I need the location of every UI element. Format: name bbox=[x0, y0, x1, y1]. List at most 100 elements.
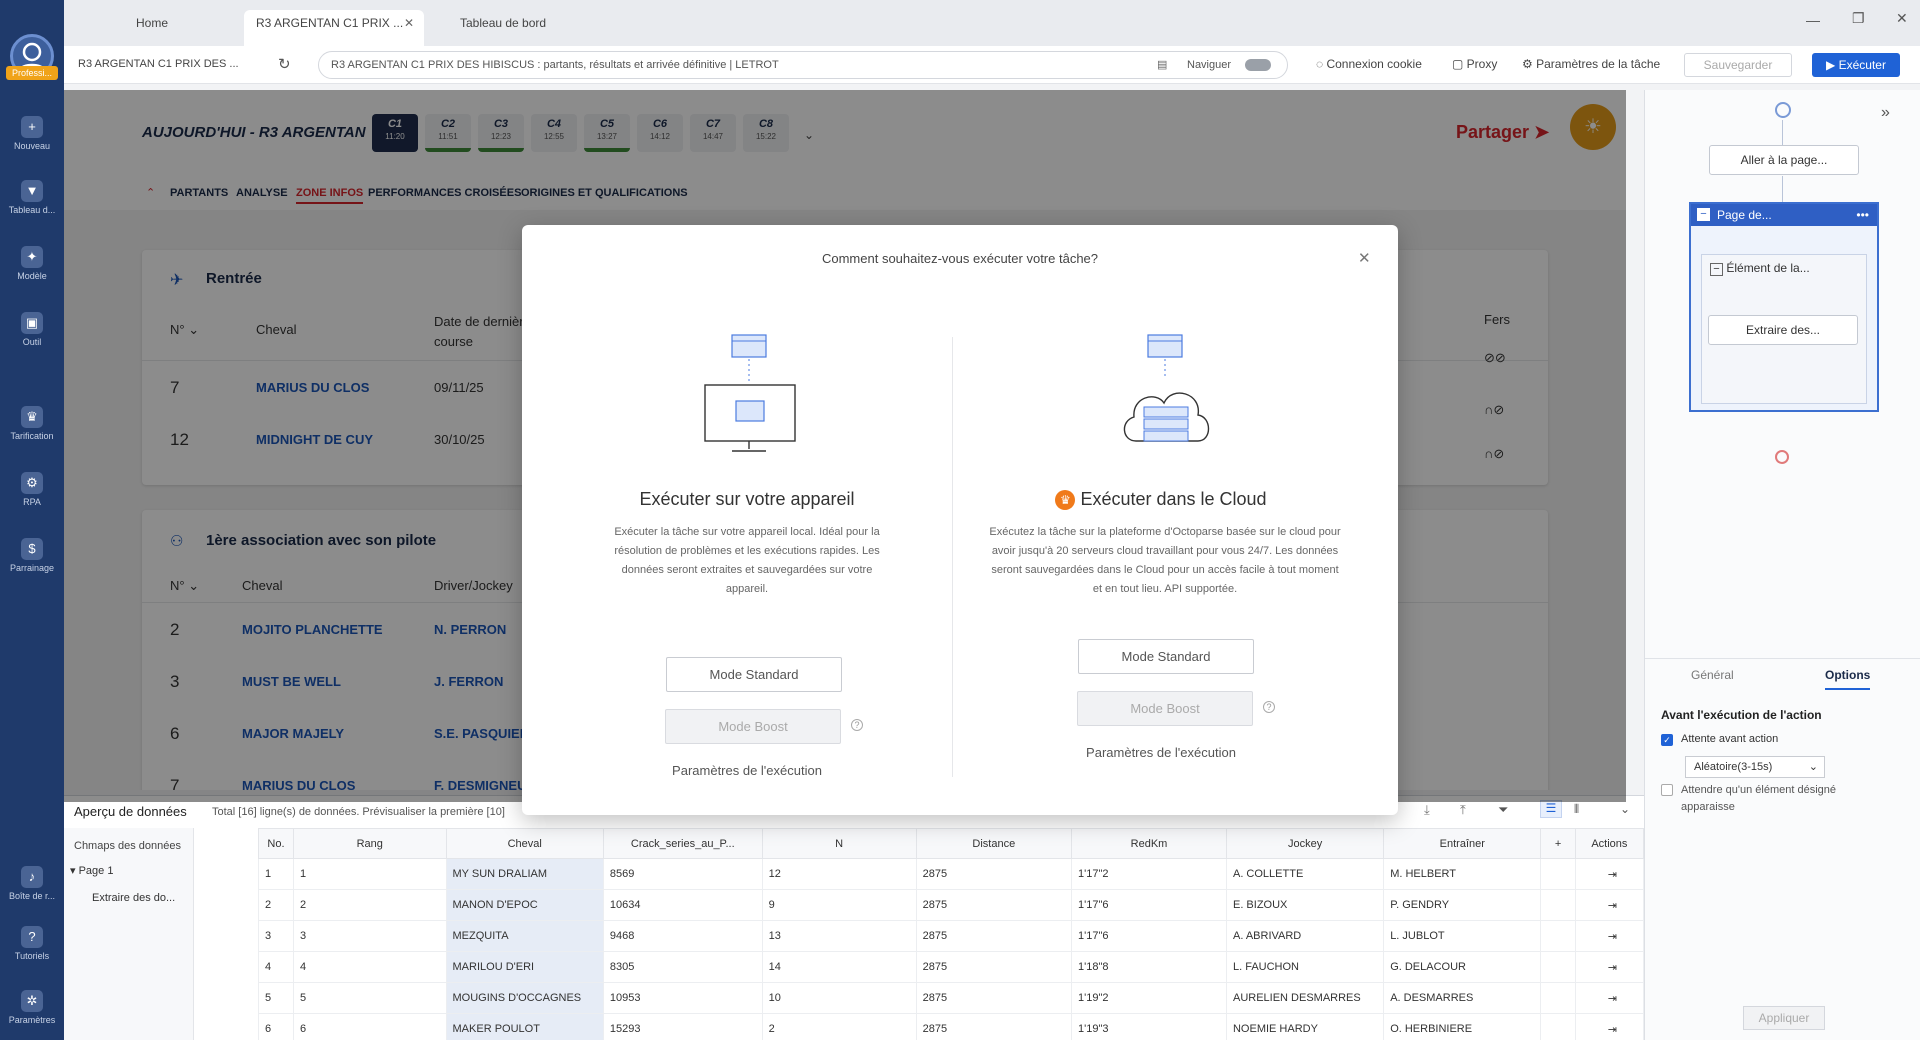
item-loop-header[interactable]: − Élément de la... bbox=[1702, 255, 1866, 282]
workflow-panel: » Aller à la page... − Page de... ••• − Él… bbox=[1644, 90, 1920, 1040]
local-boost-button[interactable]: Mode Boost bbox=[665, 709, 841, 744]
tab-home[interactable]: Home bbox=[124, 10, 180, 46]
filter-icon[interactable]: ⏷ bbox=[1498, 802, 1508, 818]
proxy-button[interactable]: ▢ Proxy bbox=[1452, 56, 1497, 72]
apply-button[interactable]: Appliquer bbox=[1743, 1006, 1825, 1030]
column-header[interactable]: Rang bbox=[292, 828, 447, 859]
table-cell: 15293 bbox=[602, 1013, 763, 1040]
column-header[interactable]: Jockey bbox=[1225, 828, 1385, 859]
column-header[interactable]: RedKm bbox=[1070, 828, 1227, 859]
collapse-box-icon[interactable]: − bbox=[1697, 208, 1710, 221]
column-header[interactable]: N bbox=[761, 828, 917, 859]
table-row[interactable]: 3 3 MEZQUITA 9468 13 2875 1'17"6 A. ABRIVARD L. … bbox=[258, 920, 1645, 952]
upload-icon[interactable]: ⤒ bbox=[1460, 802, 1466, 818]
column-header[interactable]: Cheval bbox=[445, 828, 604, 859]
table-row[interactable]: 6 6 MAKER POULOT 15293 2 2875 1'19"3 NOEMIE HAR… bbox=[258, 1013, 1645, 1040]
action-label: Extraire des... bbox=[1745, 323, 1821, 337]
section-title: Avant l'exécution de l'action bbox=[1661, 708, 1822, 722]
table-cell: 2875 bbox=[915, 951, 1072, 983]
column-header[interactable]: Distance bbox=[915, 828, 1072, 859]
tree-extract-node[interactable]: Extraire des do... bbox=[92, 892, 175, 904]
document-icon[interactable]: ▤ bbox=[1157, 52, 1167, 78]
column-header[interactable]: Crack_series_au_P... bbox=[602, 828, 763, 859]
table-cell: 3 bbox=[258, 920, 294, 952]
local-standard-button[interactable]: Mode Standard bbox=[666, 657, 842, 692]
list-view-icon[interactable]: ☰ bbox=[1540, 800, 1562, 818]
cookie-login-button[interactable]: ◌ Connexion cookie bbox=[1316, 56, 1422, 72]
cloud-boost-button[interactable]: Mode Boost bbox=[1077, 691, 1253, 726]
local-params-link[interactable]: Paramètres de l'exécution bbox=[582, 763, 912, 778]
collapse-panel-icon[interactable]: ⌄ bbox=[1620, 802, 1630, 816]
help-icon[interactable]: ? bbox=[1263, 701, 1275, 713]
browse-toggle[interactable] bbox=[1245, 59, 1271, 71]
row-action-icon[interactable]: ⇥ bbox=[1574, 920, 1645, 952]
table-row[interactable]: 2 2 MANON D'EPOC 10634 9 2875 1'17"6 E. BIZOUX P… bbox=[258, 889, 1645, 921]
tab-general[interactable]: Général bbox=[1691, 668, 1734, 682]
sidebar-item-settings[interactable]: ✲ Paramètres bbox=[0, 990, 64, 1025]
sidebar-item-dashboard[interactable]: ▼ Tableau d... bbox=[0, 180, 64, 215]
row-action-icon[interactable]: ⇥ bbox=[1574, 1013, 1645, 1040]
save-button[interactable]: Sauvegarder bbox=[1684, 53, 1792, 77]
table-cell: NOEMIE HARDY bbox=[1225, 1013, 1385, 1040]
tab-dashboard[interactable]: Tableau de bord bbox=[448, 10, 558, 46]
sidebar-item-tutorials[interactable]: ? Tutoriels bbox=[0, 926, 64, 961]
task-title: R3 ARGENTAN C1 PRIX DES ... bbox=[78, 58, 239, 70]
row-action-icon[interactable]: ⇥ bbox=[1574, 858, 1645, 890]
table-cell: 2875 bbox=[915, 920, 1072, 952]
url-input[interactable]: R3 ARGENTAN C1 PRIX DES HIBISCUS : parta… bbox=[318, 51, 1288, 79]
close-icon[interactable]: ✕ bbox=[1358, 249, 1371, 267]
button-label: Mode Standard bbox=[709, 667, 799, 682]
restore-icon[interactable]: ❐ bbox=[1852, 10, 1865, 27]
table-cell: 2875 bbox=[915, 889, 1072, 921]
run-button[interactable]: ▶ Exécuter bbox=[1812, 53, 1900, 77]
cloud-title: ♛ Exécuter dans le Cloud bbox=[996, 489, 1326, 510]
add-column-button[interactable]: + bbox=[1540, 828, 1576, 859]
sidebar-item-rpa[interactable]: ⚙ RPA bbox=[0, 472, 64, 507]
item-loop[interactable]: − Élément de la... Extraire des... bbox=[1701, 254, 1867, 404]
table-cell: 9468 bbox=[602, 920, 763, 952]
pagination-loop[interactable]: − Page de... ••• − Élément de la... Extrai… bbox=[1689, 202, 1879, 412]
cloud-params-link[interactable]: Paramètres de l'exécution bbox=[996, 745, 1326, 760]
column-header[interactable]: Entraîner bbox=[1383, 828, 1542, 859]
wait-element-checkbox[interactable] bbox=[1661, 784, 1673, 796]
reload-icon[interactable]: ↻ bbox=[278, 55, 291, 73]
minimize-icon[interactable]: — bbox=[1806, 12, 1820, 28]
column-view-icon[interactable]: ⫴ bbox=[1574, 802, 1579, 817]
crown-icon: ♛ bbox=[1055, 490, 1076, 510]
collapse-box-icon[interactable]: − bbox=[1710, 263, 1723, 276]
row-action-icon[interactable]: ⇥ bbox=[1574, 951, 1645, 983]
table-row[interactable]: 1 1 MY SUN DRALIAM 8569 12 2875 1'17"2 A. COLLE… bbox=[258, 858, 1645, 890]
wait-select[interactable]: Aléatoire(3-15s) ⌄ bbox=[1685, 756, 1825, 778]
table-row[interactable]: 4 4 MARILOU D'ERI 8305 14 2875 1'18"8 L. FAUCHO… bbox=[258, 951, 1645, 983]
help-icon[interactable]: ? bbox=[851, 719, 863, 731]
wait-label: Attente avant action bbox=[1681, 733, 1779, 745]
sidebar-item-tool[interactable]: ▣ Outil bbox=[0, 312, 64, 347]
goto-page-action[interactable]: Aller à la page... bbox=[1709, 145, 1859, 175]
table-cell: MEZQUITA bbox=[445, 920, 604, 952]
sidebar-item-new[interactable]: + Nouveau bbox=[0, 116, 64, 151]
sidebar-item-pricing[interactable]: ♛ Tarification bbox=[0, 406, 64, 441]
table-cell: 5 bbox=[292, 982, 447, 1014]
tree-page-node[interactable]: ▾ Page 1 bbox=[70, 864, 113, 877]
task-settings-button[interactable]: ⚙ Paramètres de la tâche bbox=[1522, 56, 1660, 72]
export-icon[interactable]: ⤓ bbox=[1424, 802, 1430, 818]
sidebar-item-referral[interactable]: $ Parrainage bbox=[0, 538, 64, 573]
close-icon[interactable]: ✕ bbox=[404, 10, 414, 36]
collapse-icon[interactable]: » bbox=[1881, 104, 1890, 122]
sidebar-item-inbox[interactable]: ♪ Boîte de r... bbox=[0, 866, 64, 901]
more-icon[interactable]: ••• bbox=[1856, 204, 1869, 226]
row-action-icon[interactable]: ⇥ bbox=[1574, 982, 1645, 1014]
close-window-icon[interactable]: ✕ bbox=[1896, 10, 1908, 27]
local-computer-icon bbox=[704, 334, 796, 452]
sidebar-item-template[interactable]: ✦ Modèle bbox=[0, 246, 64, 281]
data-summary: Total [16] ligne(s) de données. Prévisua… bbox=[212, 806, 505, 818]
dollar-icon: $ bbox=[21, 538, 43, 560]
loop-header[interactable]: − Page de... ••• bbox=[1691, 204, 1877, 226]
cloud-standard-button[interactable]: Mode Standard bbox=[1078, 639, 1254, 674]
table-row[interactable]: 5 5 MOUGINS D'OCCAGNES 10953 10 2875 1'19"2 AUR… bbox=[258, 982, 1645, 1014]
tab-options[interactable]: Options bbox=[1825, 668, 1871, 690]
row-action-icon[interactable]: ⇥ bbox=[1574, 889, 1645, 921]
tab-task[interactable]: R3 ARGENTAN C1 PRIX ... ✕ bbox=[244, 10, 424, 46]
wait-checkbox[interactable]: ✓ bbox=[1661, 734, 1673, 746]
extract-data-action[interactable]: Extraire des... bbox=[1708, 315, 1858, 345]
